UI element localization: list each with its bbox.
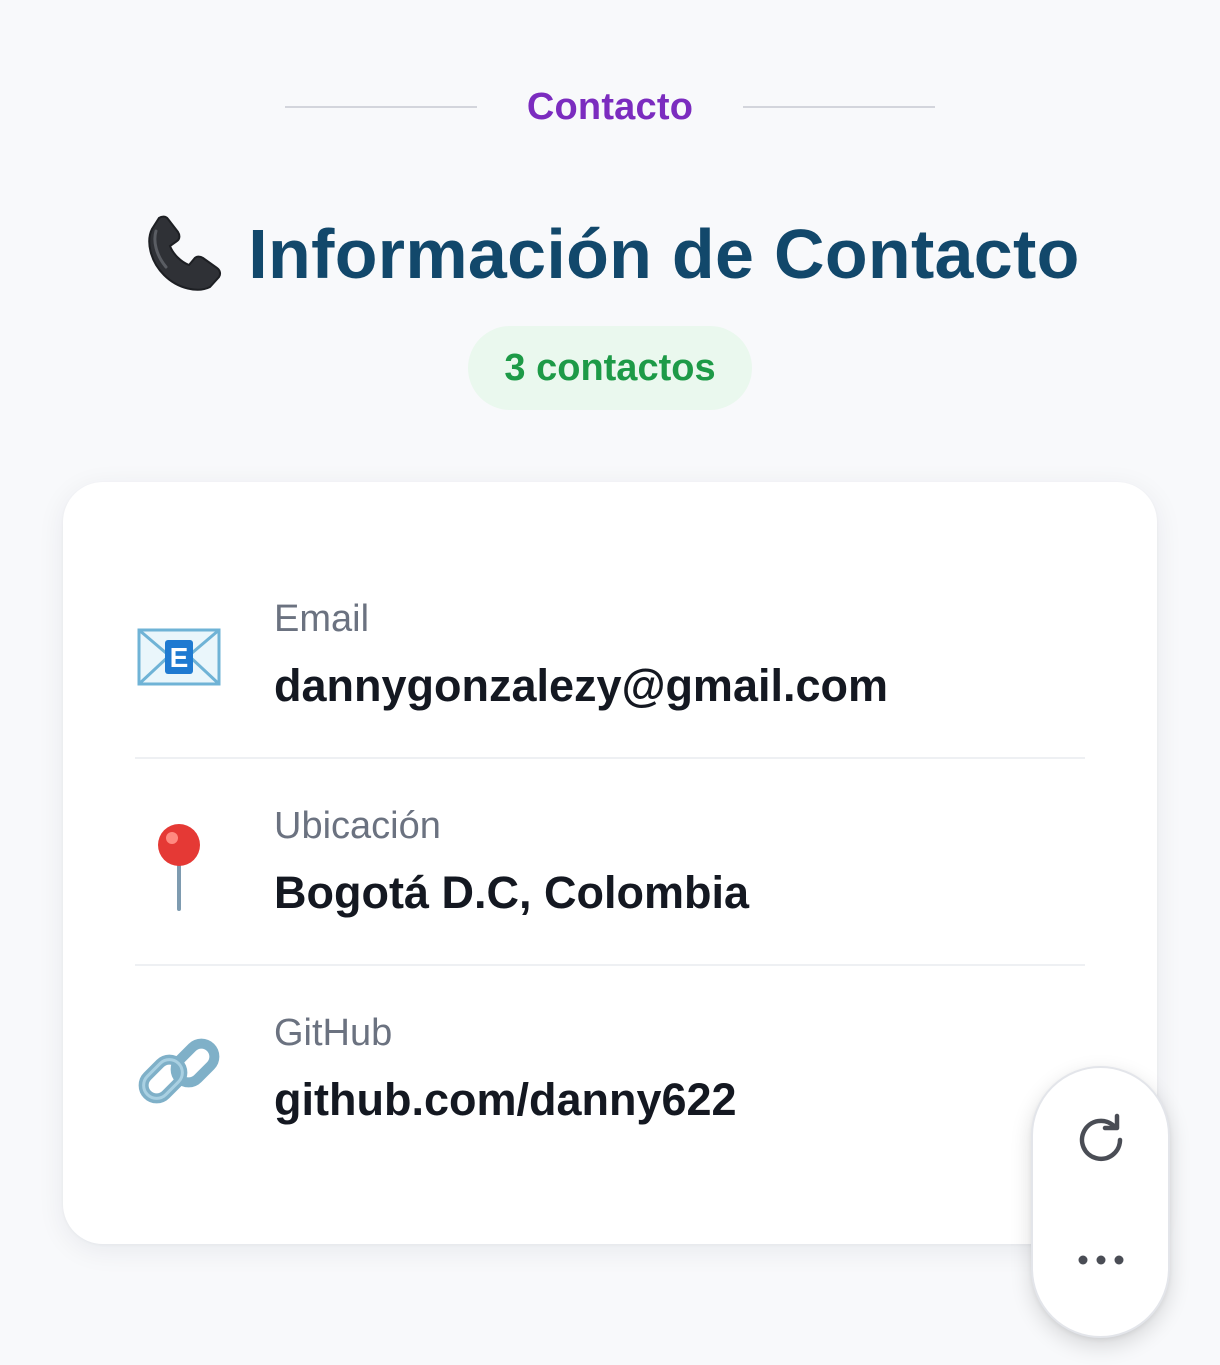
floating-action-pill	[1031, 1066, 1170, 1338]
section-divider-right	[743, 106, 936, 108]
round-pushpin-icon	[135, 821, 225, 911]
contact-row-email[interactable]: E Email dannygonzalezy@gmail.com	[135, 552, 1085, 759]
location-value: Bogotá D.C, Colombia	[274, 867, 749, 918]
contact-label: Ubicación	[274, 805, 441, 847]
email-envelope-icon: E	[135, 614, 225, 704]
page-title-row: Información de Contacto	[0, 206, 1220, 302]
telephone-receiver-icon	[140, 211, 226, 297]
contact-row-github[interactable]: GitHub github.com/danny622	[135, 966, 1085, 1173]
refresh-icon	[1071, 1110, 1131, 1175]
section-divider-left	[284, 106, 477, 108]
svg-text:E: E	[170, 642, 189, 673]
refresh-button[interactable]	[1033, 1082, 1168, 1202]
contact-count-badge: 3 contactos	[468, 326, 752, 410]
contact-label: Email	[274, 598, 370, 640]
section-header: Contacto	[0, 84, 1220, 130]
email-value[interactable]: dannygonzalezy@gmail.com	[274, 660, 888, 712]
contact-label: GitHub	[274, 1012, 393, 1054]
contact-section: Contacto Información de Contacto 3 conta…	[0, 0, 1220, 1365]
more-horizontal-icon	[1075, 1252, 1127, 1273]
section-label: Contacto	[526, 85, 694, 128]
contact-card: E Email dannygonzalezy@gmail.com Ubicaci…	[63, 482, 1157, 1244]
link-chain-icon	[135, 1028, 225, 1118]
github-link[interactable]: github.com/danny622	[274, 1074, 737, 1126]
page-title: Información de Contacto	[248, 215, 1080, 293]
contact-row-location[interactable]: Ubicación Bogotá D.C, Colombia	[135, 759, 1085, 966]
more-options-button[interactable]	[1033, 1202, 1168, 1322]
